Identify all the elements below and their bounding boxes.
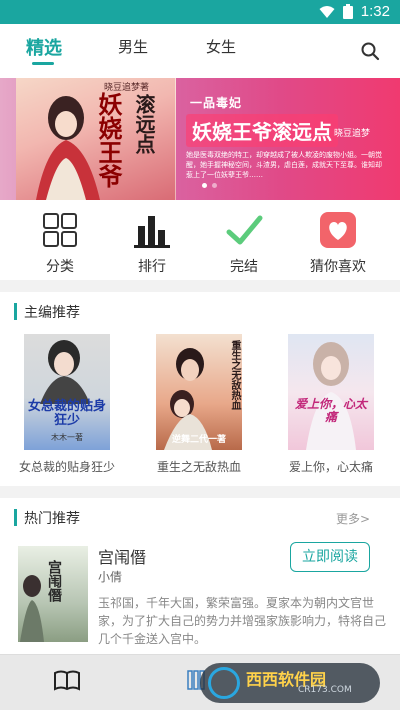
section-accent-bar	[14, 303, 17, 320]
quick-nav-recommend[interactable]: 猜你喜欢	[298, 210, 378, 276]
read-now-button[interactable]: 立即阅读	[290, 542, 370, 572]
book-name: 爱上你，心太痛	[288, 460, 373, 474]
book-name: 女总裁的贴身狂少	[18, 460, 115, 474]
heart-icon	[320, 212, 356, 248]
watermark-logo-icon	[208, 667, 240, 699]
book-card[interactable]: 重生之无敌热血 逆舞二代一著 重生之无敌热血	[144, 334, 254, 475]
promo-banner[interactable]: 晓豆追梦著 妖娆王爷 滚远点 一品毒妃 妖娆王爷滚远点 晓豆追梦 她是医毒双绝的…	[0, 78, 400, 200]
quick-nav-completed[interactable]: 完结	[204, 210, 284, 276]
top-nav: 精选 男生 女生	[0, 24, 400, 78]
status-bar: 1:32	[0, 0, 400, 24]
hot-book-description: 玉祁国，千年大国，繁荣富强。夏家本为朝内文官世家，为了扩大自己的势力并增强家族影…	[98, 596, 387, 646]
ranking-bars-icon	[134, 216, 170, 248]
book-name: 重生之无敌热血	[156, 460, 241, 474]
quick-nav-label: 完结	[230, 259, 258, 275]
status-icons: 1:32	[319, 3, 390, 20]
cover-title: 女总裁的贴身狂少	[28, 399, 107, 429]
cover-illustration	[306, 342, 356, 450]
book-cover: 重生之无敌热血 逆舞二代一著	[156, 334, 242, 450]
banner-description: 她是医毒双绝的特工，却穿越成了被人欺凌的废物小姐。一朝觉醒，她手握神秘空间，斗渣…	[186, 151, 382, 179]
bookshelf-icon[interactable]	[54, 669, 80, 691]
tab-featured[interactable]: 精选	[26, 34, 62, 60]
more-link[interactable]: 更多>	[336, 510, 370, 527]
book-cover: 女总裁的贴身狂少 木木一著	[24, 334, 110, 450]
carousel-dot-active[interactable]	[202, 183, 207, 188]
battery-icon	[342, 4, 353, 19]
search-icon[interactable]	[360, 41, 380, 61]
cover-title: 爱上你，心太痛	[294, 397, 367, 425]
wifi-icon	[319, 5, 335, 18]
quick-nav-label: 排行	[138, 259, 166, 275]
cover-author: 逆舞二代一著	[171, 435, 226, 445]
status-time: 1:32	[360, 3, 390, 20]
section-accent-bar	[14, 509, 17, 526]
editor-picks-section: 主编推荐 女总裁的贴身狂少 木木一著 女总裁的贴身狂少 重生之无敌热血 逆舞二代…	[0, 292, 400, 486]
active-tab-indicator	[32, 62, 54, 65]
grid-icon	[43, 213, 77, 247]
cover-title: 重生之无敌热血	[229, 340, 240, 410]
hot-book-cover[interactable]: 宫闱僭	[18, 546, 88, 642]
hot-cover-title: 宫闱僭	[46, 560, 62, 602]
bottom-nav: 西西软件园 CR173.COM	[0, 654, 400, 710]
book-card[interactable]: 爱上你，心太痛 爱上你，心太痛	[276, 334, 386, 475]
banner-author: 晓豆追梦	[334, 129, 371, 139]
book-cover: 爱上你，心太痛	[288, 334, 374, 450]
banner-vertical-title-2: 滚远点	[132, 94, 156, 154]
quick-nav: 分类 排行 完结 猜你喜欢	[0, 200, 400, 280]
banner-slogan: 一品毒妃	[190, 96, 243, 110]
carousel-dot[interactable]	[212, 183, 217, 188]
hot-book-author: 小倩	[98, 570, 123, 584]
tab-female[interactable]: 女生	[206, 36, 236, 57]
section-title: 主编推荐	[24, 305, 80, 321]
quick-nav-label: 分类	[46, 259, 74, 275]
hot-picks-section: 热门推荐 更多> 宫闱僭 宫闱僭 小倩 玉祁国，千年大国，繁荣富强。夏家本为朝内…	[0, 498, 400, 654]
quick-nav-ranking[interactable]: 排行	[112, 210, 192, 276]
cover-author: 木木一著	[51, 433, 83, 442]
book-card[interactable]: 女总裁的贴身狂少 木木一著 女总裁的贴身狂少	[12, 334, 122, 475]
checkmark-icon	[226, 215, 263, 245]
section-title: 热门推荐	[24, 511, 80, 527]
tab-male[interactable]: 男生	[118, 36, 148, 57]
banner-title: 妖娆王爷滚远点	[186, 114, 338, 147]
watermark-badge: 西西软件园 CR173.COM	[200, 663, 380, 703]
watermark-subtext: CR173.COM	[298, 685, 352, 695]
quick-nav-category[interactable]: 分类	[20, 210, 100, 276]
quick-nav-label: 猜你喜欢	[310, 259, 366, 275]
hot-book-title[interactable]: 宫闱僭	[98, 544, 146, 568]
banner-vertical-title: 妖娆王爷	[94, 92, 123, 188]
